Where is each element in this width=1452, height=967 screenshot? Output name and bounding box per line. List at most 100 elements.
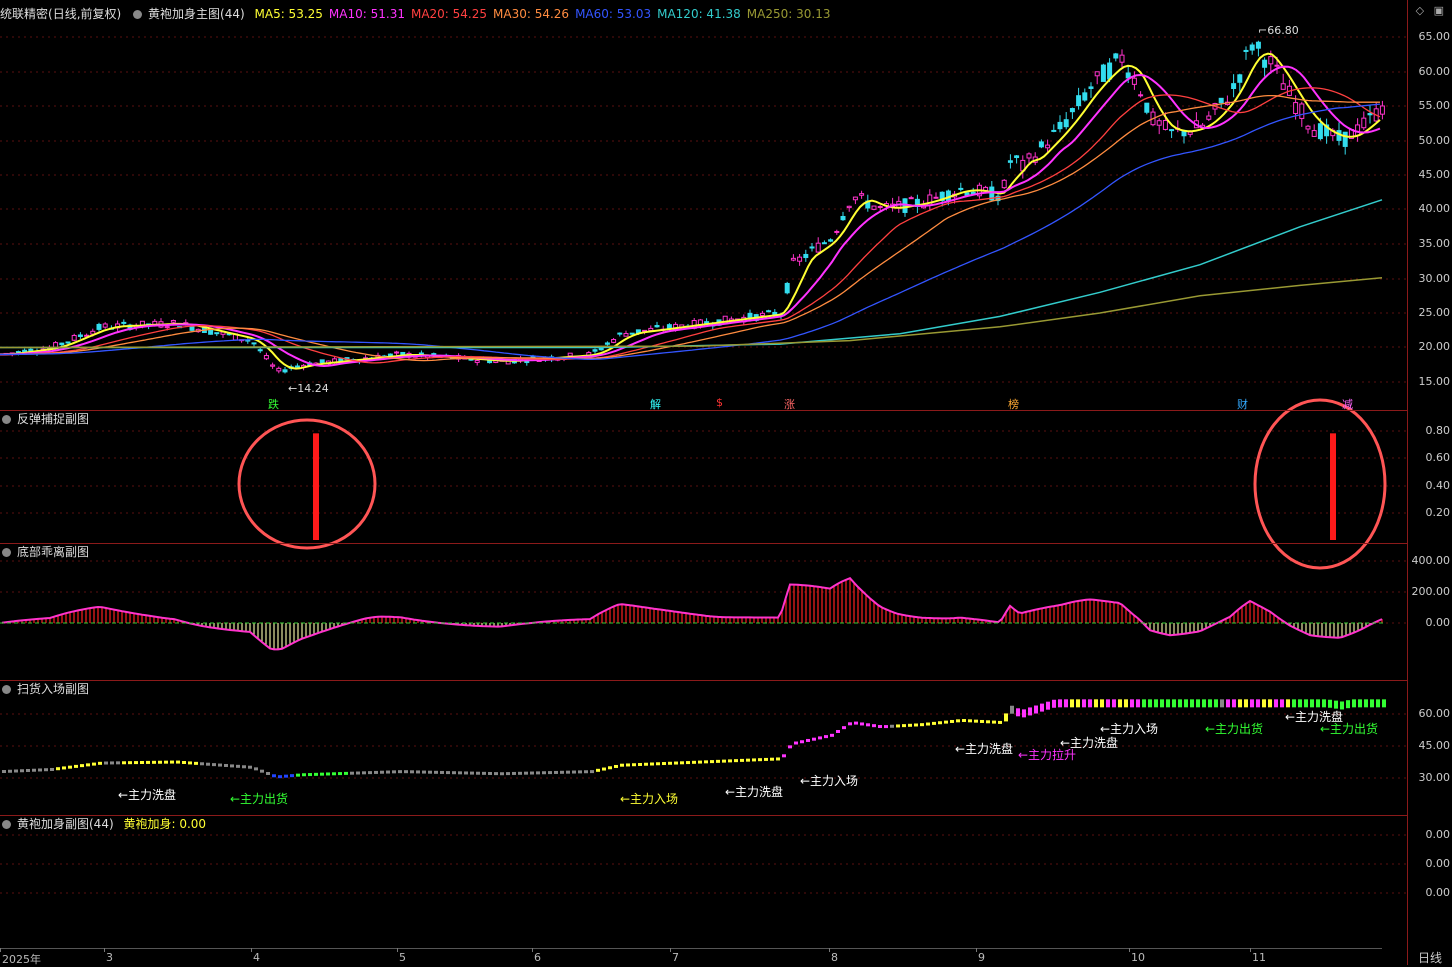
accumulation-block xyxy=(674,761,678,765)
candle-body xyxy=(1144,102,1150,113)
accumulation-block xyxy=(974,719,978,723)
accumulation-block xyxy=(572,770,576,774)
candle-body xyxy=(815,242,821,253)
candle-body xyxy=(1051,129,1057,132)
accumulation-block xyxy=(614,764,618,768)
candle-body xyxy=(1231,83,1237,89)
accumulation-block xyxy=(1250,699,1254,708)
accumulation-block xyxy=(752,758,756,762)
date-tick xyxy=(397,948,398,952)
accumulation-block xyxy=(1316,699,1320,708)
accumulation-block xyxy=(680,761,684,765)
accumulation-block xyxy=(446,771,450,775)
accumulation-block xyxy=(182,760,186,764)
accumulation-block xyxy=(854,721,858,725)
date-tick xyxy=(1129,948,1130,952)
accumulation-block xyxy=(302,773,306,777)
accumulation-block xyxy=(968,719,972,723)
accumulation-block xyxy=(1082,699,1086,708)
accumulation-block xyxy=(824,735,828,739)
accumulation-block xyxy=(782,754,786,758)
candle-body xyxy=(387,353,393,357)
accumulation-block xyxy=(776,757,780,761)
accumulation-block xyxy=(368,771,372,775)
candle-body xyxy=(1311,130,1317,137)
accumulation-block xyxy=(26,768,30,772)
accumulation-block xyxy=(788,745,792,749)
accumulation-block xyxy=(296,773,300,777)
date-tick-label: 11 xyxy=(1252,951,1266,964)
collapse-icon[interactable] xyxy=(2,548,11,557)
event-marker[interactable]: 财 xyxy=(1237,396,1248,412)
accumulation-block xyxy=(230,764,234,768)
accumulation-block xyxy=(1166,699,1170,708)
accumulation-block xyxy=(584,770,588,774)
accumulation-block xyxy=(482,771,486,775)
panel4-header: 黄袍加身副图(44) 黄袍加身: 0.00 xyxy=(0,816,212,832)
signal-label: ←主力出货 xyxy=(230,792,289,806)
accumulation-block xyxy=(200,762,204,766)
accumulation-block xyxy=(890,724,894,728)
panel2-title[interactable]: 底部乖离副图 xyxy=(17,545,89,559)
collapse-icon[interactable] xyxy=(2,415,11,424)
accumulation-block xyxy=(1268,699,1272,708)
accumulation-block xyxy=(140,760,144,764)
event-marker[interactable]: $ xyxy=(716,396,723,409)
candle-body xyxy=(394,351,400,354)
signal-label: ←主力洗盘 xyxy=(118,788,177,802)
panel4-title[interactable]: 黄袍加身副图(44) xyxy=(17,817,114,831)
accumulation-block xyxy=(1004,713,1008,722)
collapse-icon[interactable] xyxy=(2,820,11,829)
accumulation-block xyxy=(212,763,216,767)
candle-body xyxy=(1063,119,1069,128)
candle-body xyxy=(65,341,71,344)
period-tab[interactable]: 日线 xyxy=(1418,949,1442,966)
accumulation-block xyxy=(1244,699,1248,708)
candle-body xyxy=(846,205,852,209)
candle-body xyxy=(1355,124,1361,137)
accumulation-block xyxy=(1160,699,1164,708)
candle-body xyxy=(257,349,263,352)
accumulation-block xyxy=(1010,705,1014,714)
accumulation-block xyxy=(1142,699,1146,708)
panel1-title[interactable]: 反弹捕捉副图 xyxy=(17,412,89,426)
accumulation-block xyxy=(512,771,516,775)
accumulation-block xyxy=(734,759,738,763)
accumulation-block xyxy=(1346,700,1350,709)
chart-canvas[interactable] xyxy=(0,0,1452,965)
accumulation-block xyxy=(812,737,816,741)
event-marker[interactable]: 榜 xyxy=(1008,396,1019,412)
accumulation-block xyxy=(452,771,456,775)
accumulation-block xyxy=(698,760,702,764)
accumulation-block xyxy=(1376,699,1380,708)
candle-body xyxy=(1113,53,1119,59)
accumulation-block xyxy=(914,723,918,727)
accumulation-block xyxy=(8,769,12,773)
candle-body xyxy=(164,326,170,329)
candle-body xyxy=(1169,129,1175,132)
accumulation-block xyxy=(158,760,162,764)
accumulation-block xyxy=(644,762,648,766)
panel3-title[interactable]: 扫货入场副图 xyxy=(17,682,89,696)
event-marker[interactable]: 涨 xyxy=(784,396,795,412)
accumulation-block xyxy=(770,757,774,761)
accumulation-block xyxy=(164,760,168,764)
accumulation-block xyxy=(692,760,696,764)
accumulation-block xyxy=(1124,699,1128,708)
accumulation-block xyxy=(740,758,744,762)
accumulation-block xyxy=(686,761,690,765)
candle-body xyxy=(96,323,102,330)
collapse-icon[interactable] xyxy=(2,685,11,694)
accumulation-block xyxy=(1304,699,1308,708)
highlight-circle xyxy=(237,418,377,550)
accumulation-block xyxy=(326,772,330,776)
event-marker[interactable]: 减 xyxy=(1342,396,1353,412)
accumulation-block xyxy=(128,761,132,765)
event-marker[interactable]: 解 xyxy=(650,396,661,412)
event-marker[interactable]: 跌 xyxy=(268,396,279,412)
accumulation-block xyxy=(758,758,762,762)
candle-body xyxy=(1107,62,1113,80)
accumulation-block xyxy=(356,771,360,775)
accumulation-block xyxy=(1154,699,1158,708)
accumulation-block xyxy=(194,761,198,765)
